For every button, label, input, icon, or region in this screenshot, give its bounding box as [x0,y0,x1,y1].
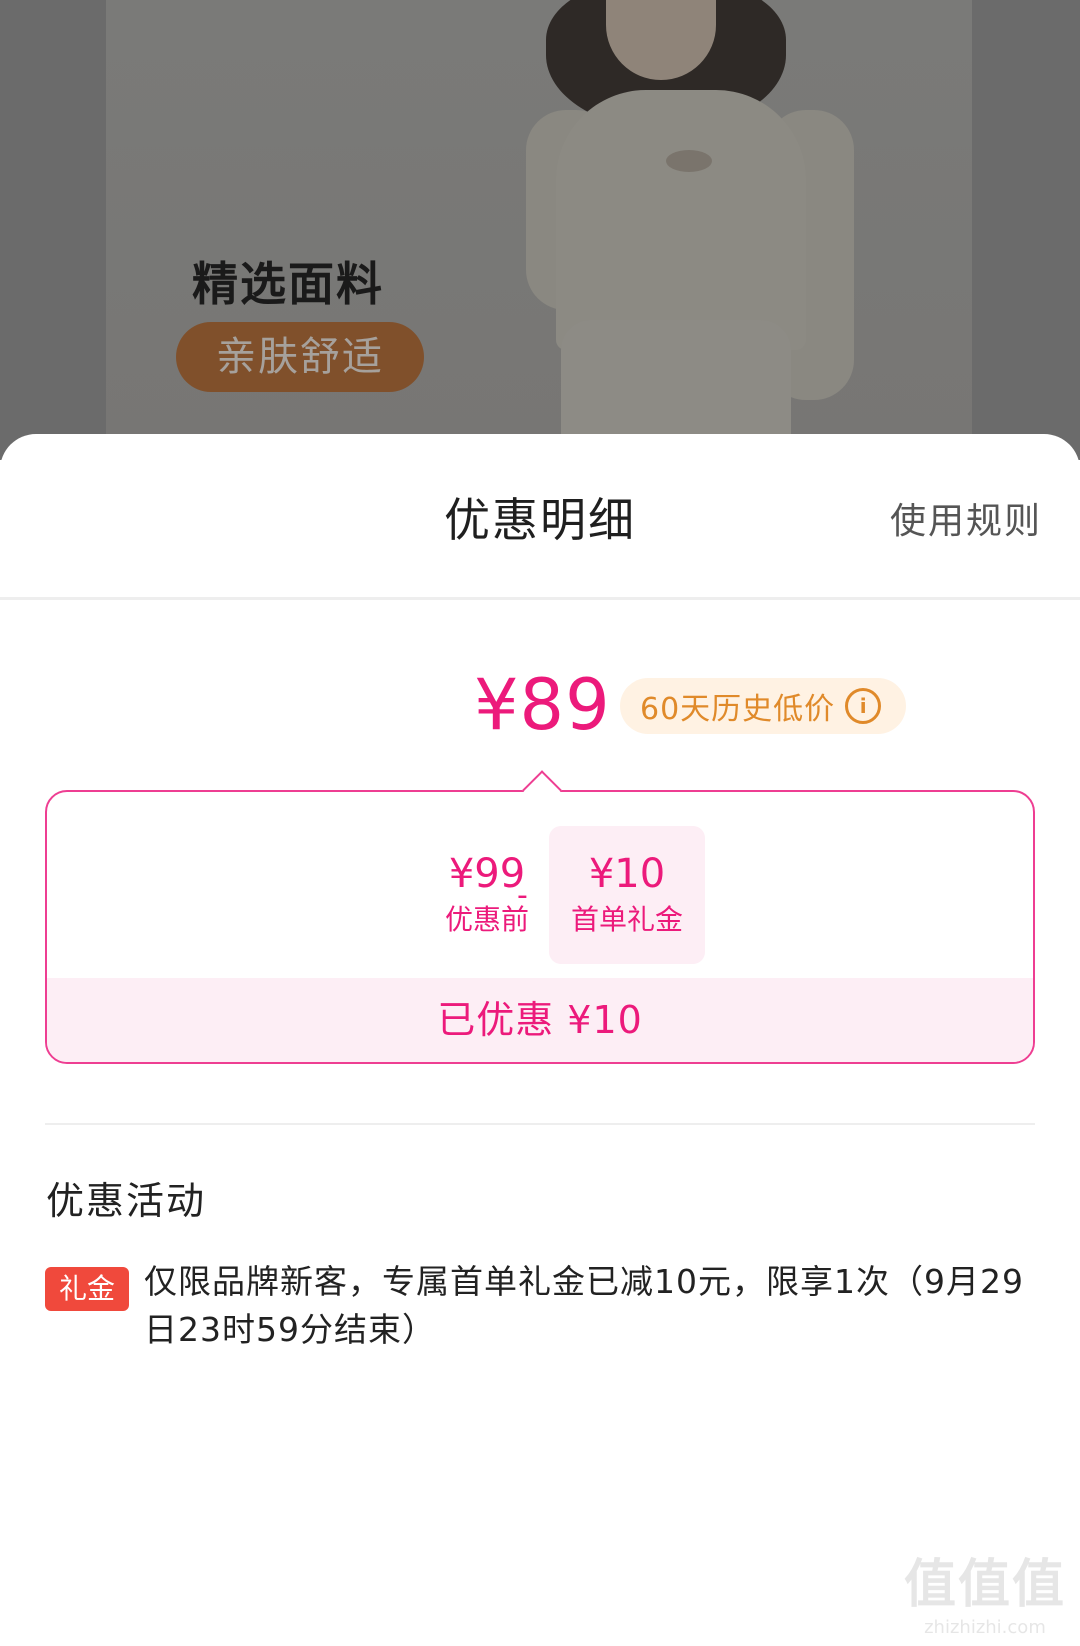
activities-title: 优惠活动 [46,1179,207,1223]
history-low-price-badge[interactable]: 60天历史低价 i [620,678,906,734]
first-order-gift-item: ¥10 首单礼金 [549,826,705,964]
header-divider [0,597,1080,600]
final-price: ¥89 [474,664,611,746]
total-saved-bar: 已优惠 ¥10 [47,978,1033,1062]
product-image-backdrop: 精选面料 亲肤舒适 [0,0,1080,460]
dress-bodice [556,90,806,350]
info-icon[interactable]: i [845,688,882,724]
watermark-url: zhizhizhi.com [924,1617,1046,1638]
gift-value: ¥10 [588,851,666,897]
product-image-heading: 精选面料 [192,257,384,311]
history-low-price-text: 60天历史低价 [640,692,836,727]
gift-label: 首单礼金 [570,903,683,936]
dress-cutout [666,150,712,172]
watermark-logo: 值值值 [903,1555,1066,1615]
gift-tag-badge: 礼金 [45,1267,129,1311]
usage-rules-link[interactable]: 使用规则 [890,492,1042,544]
price-row: ¥89 60天历史低价 i [0,664,1080,764]
product-image-pill: 亲肤舒适 [176,322,424,392]
site-watermark: 值值值 zhizhizhi.com [904,1542,1066,1638]
discount-detail-sheet: 优惠明细 使用规则 ¥89 60天历史低价 i ¥99 优惠前 - ¥10 首单… [0,434,1080,1646]
activity-description: 仅限品牌新客，专属首单礼金已减10元，限享1次（9月29日23时59分结束） [144,1262,1024,1349]
minus-operator: - [517,878,528,913]
section-divider [45,1123,1035,1125]
price-breakdown-box: ¥99 优惠前 - ¥10 首单礼金 已优惠 ¥10 [45,790,1035,1064]
